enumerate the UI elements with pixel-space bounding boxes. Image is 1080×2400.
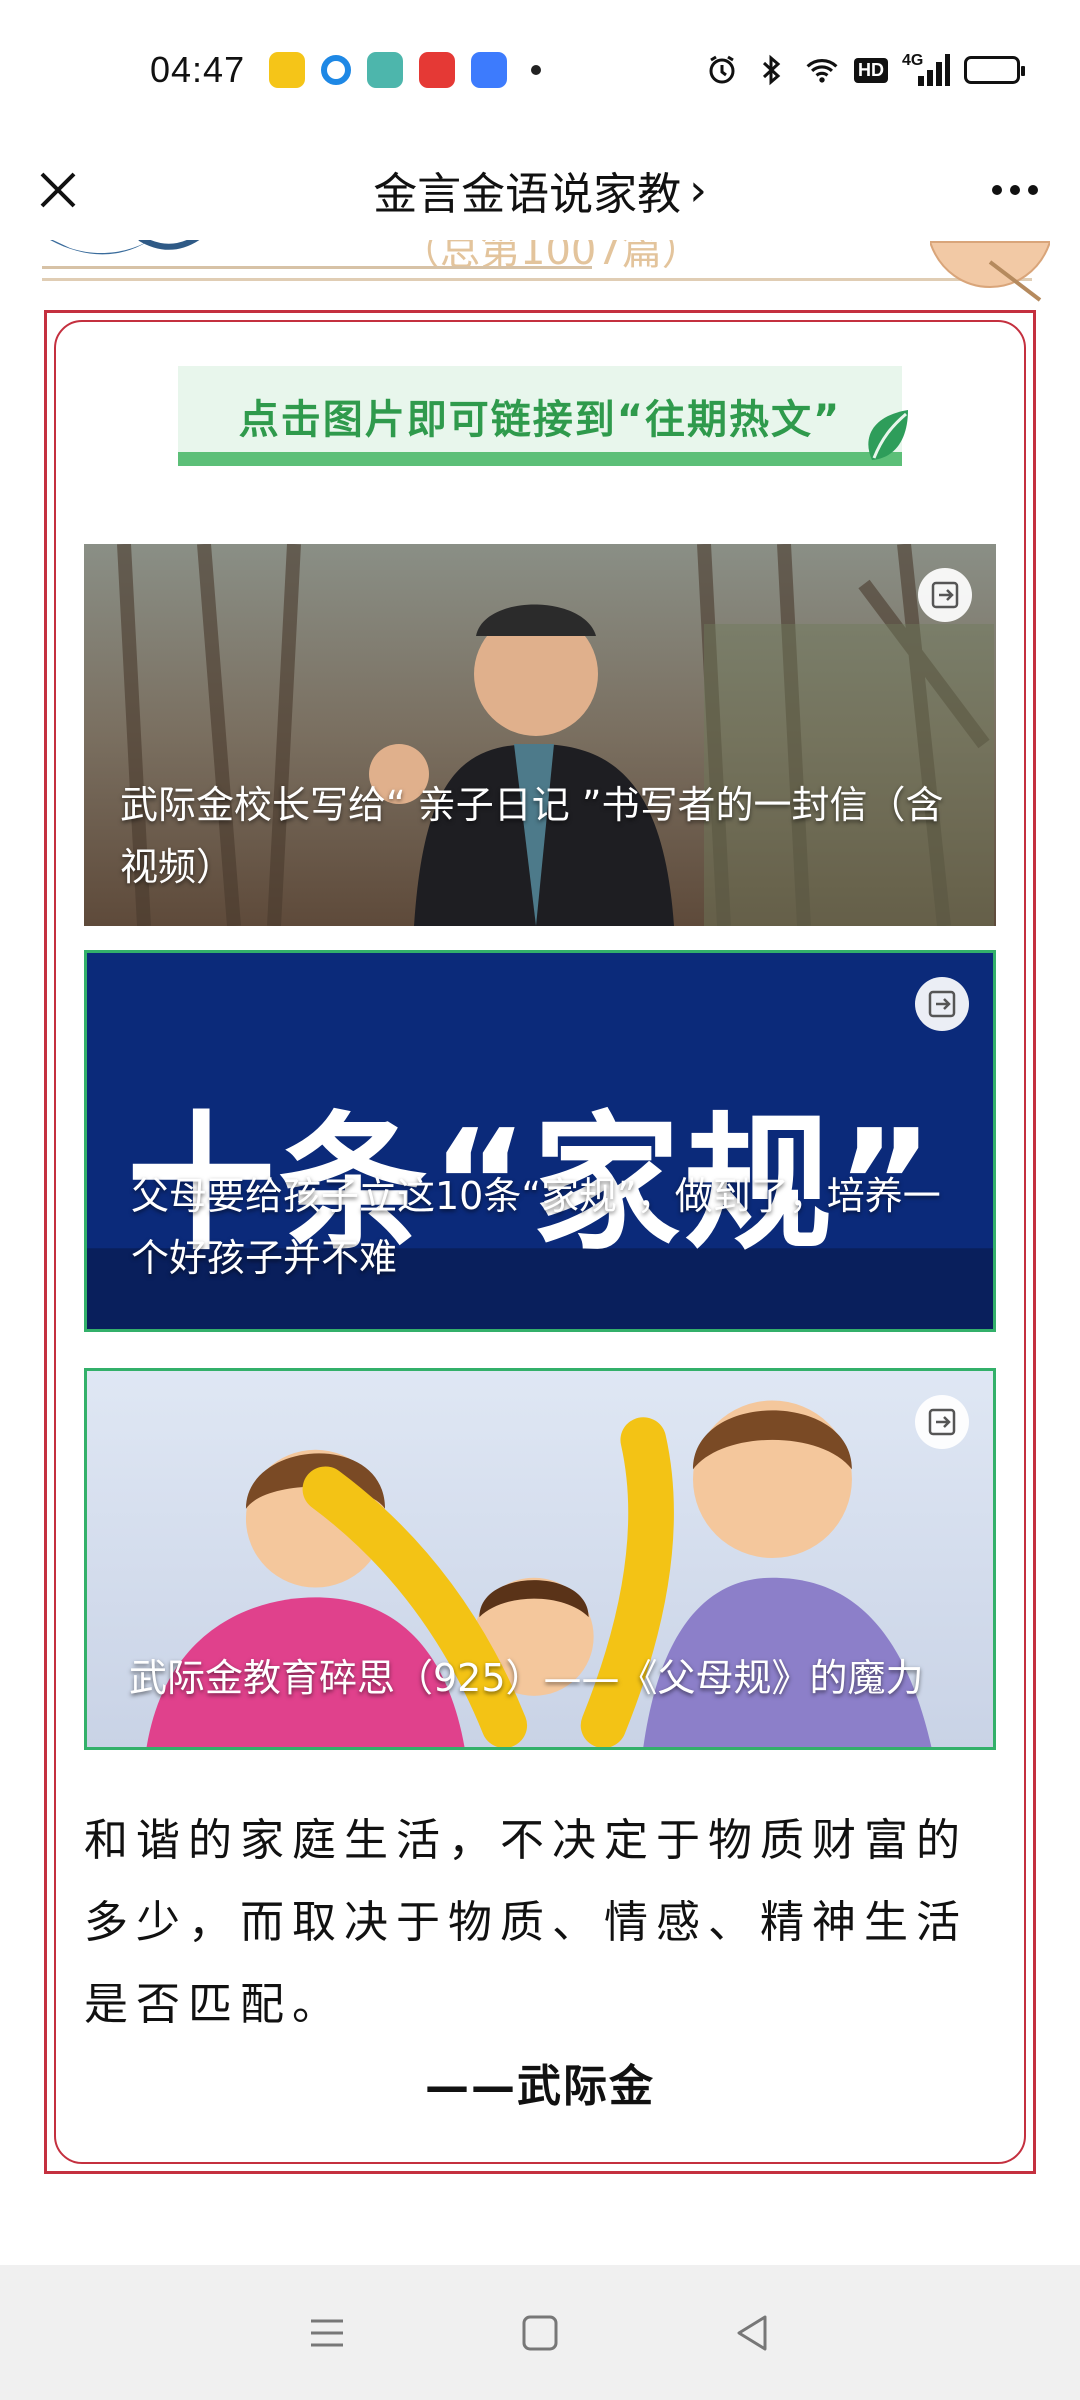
past-articles-banner: 点击图片即可链接到“往期热文” [178, 366, 902, 466]
menu-button[interactable] [297, 2303, 357, 2363]
dot [1010, 185, 1020, 195]
notification-icons [269, 52, 542, 88]
status-bar: 04:47 HD 4G [0, 0, 1080, 140]
more-options-button[interactable] [980, 162, 1050, 218]
share-out-icon [918, 568, 972, 622]
dot [1028, 185, 1038, 195]
divider [42, 278, 1032, 281]
article-card-2[interactable]: 十条“家规” 父母要给孩子立这10条“家规”，做到了，培养一个好孩子并不难 [84, 950, 996, 1332]
browser-app-icon [321, 55, 352, 85]
battery-icon [964, 56, 1025, 84]
more-notifications-dot [531, 65, 542, 75]
article-1-title: 武际金校长写给“ 亲子日记 ”书写者的一封信（含视频） [120, 783, 944, 889]
status-time: 04:47 [150, 49, 246, 90]
back-triangle-icon [737, 2315, 767, 2350]
share-out-icon [915, 1395, 969, 1449]
article-2-title: 父母要给孩子立这10条“家规”，做到了，培养一个好孩子并不难 [131, 1174, 941, 1280]
chevron-right-icon: › [689, 164, 707, 216]
header-decoration: （总第1007篇） [0, 240, 1080, 302]
article-card-1[interactable]: 武际金校长写给“ 亲子日记 ”书写者的一封信（含视频） [84, 544, 996, 926]
account-title-link[interactable]: 金言金语说家教 › [0, 140, 1080, 240]
bird-illustration-icon [50, 240, 200, 255]
article-card-3[interactable]: 武际金教育碎思（925）——《父母规》的魔力 [84, 1368, 996, 1750]
leaf-icon [868, 410, 908, 460]
cellular-signal-icon: 4G [902, 52, 950, 88]
page-title: 金言金语说家教 [373, 169, 682, 220]
back-button[interactable] [723, 2303, 783, 2363]
home-square-icon [522, 2315, 558, 2350]
share-out-icon [915, 977, 969, 1031]
system-icons: HD 4G [704, 52, 1025, 88]
wifi-icon [804, 52, 840, 88]
banner-text: 点击图片即可链接到“往期热文” [238, 397, 842, 443]
quote-author: ——武际金 [425, 2061, 655, 2112]
music-app-icon [419, 52, 456, 88]
notes-app-icon [269, 52, 306, 88]
banner-underline [178, 452, 902, 466]
divider [42, 266, 592, 269]
menu-icon [310, 2319, 343, 2346]
home-button[interactable] [510, 2303, 570, 2363]
network-type-label: 4G [902, 52, 924, 69]
bluetooth-icon [754, 52, 790, 88]
system-navigation-bar [0, 2265, 1080, 2400]
umbrella-illustration-icon [930, 241, 1050, 302]
gallery-app-icon [471, 52, 508, 88]
shop-app-icon [367, 52, 404, 88]
alarm-icon [704, 52, 740, 88]
dot [992, 185, 1002, 195]
header-fragment-text: （总第1007篇） [400, 240, 702, 274]
article-3-title: 武际金教育碎思（925）——《父母规》的魔力 [129, 1656, 924, 1700]
top-nav: 金言金语说家教 › [0, 140, 1080, 240]
quote-text: 和谐的家庭生活，不决定于物质财富的多少，而取决于物质、情感、精神生活是否匹配。 [84, 1815, 968, 2030]
hd-badge: HD [854, 57, 888, 83]
